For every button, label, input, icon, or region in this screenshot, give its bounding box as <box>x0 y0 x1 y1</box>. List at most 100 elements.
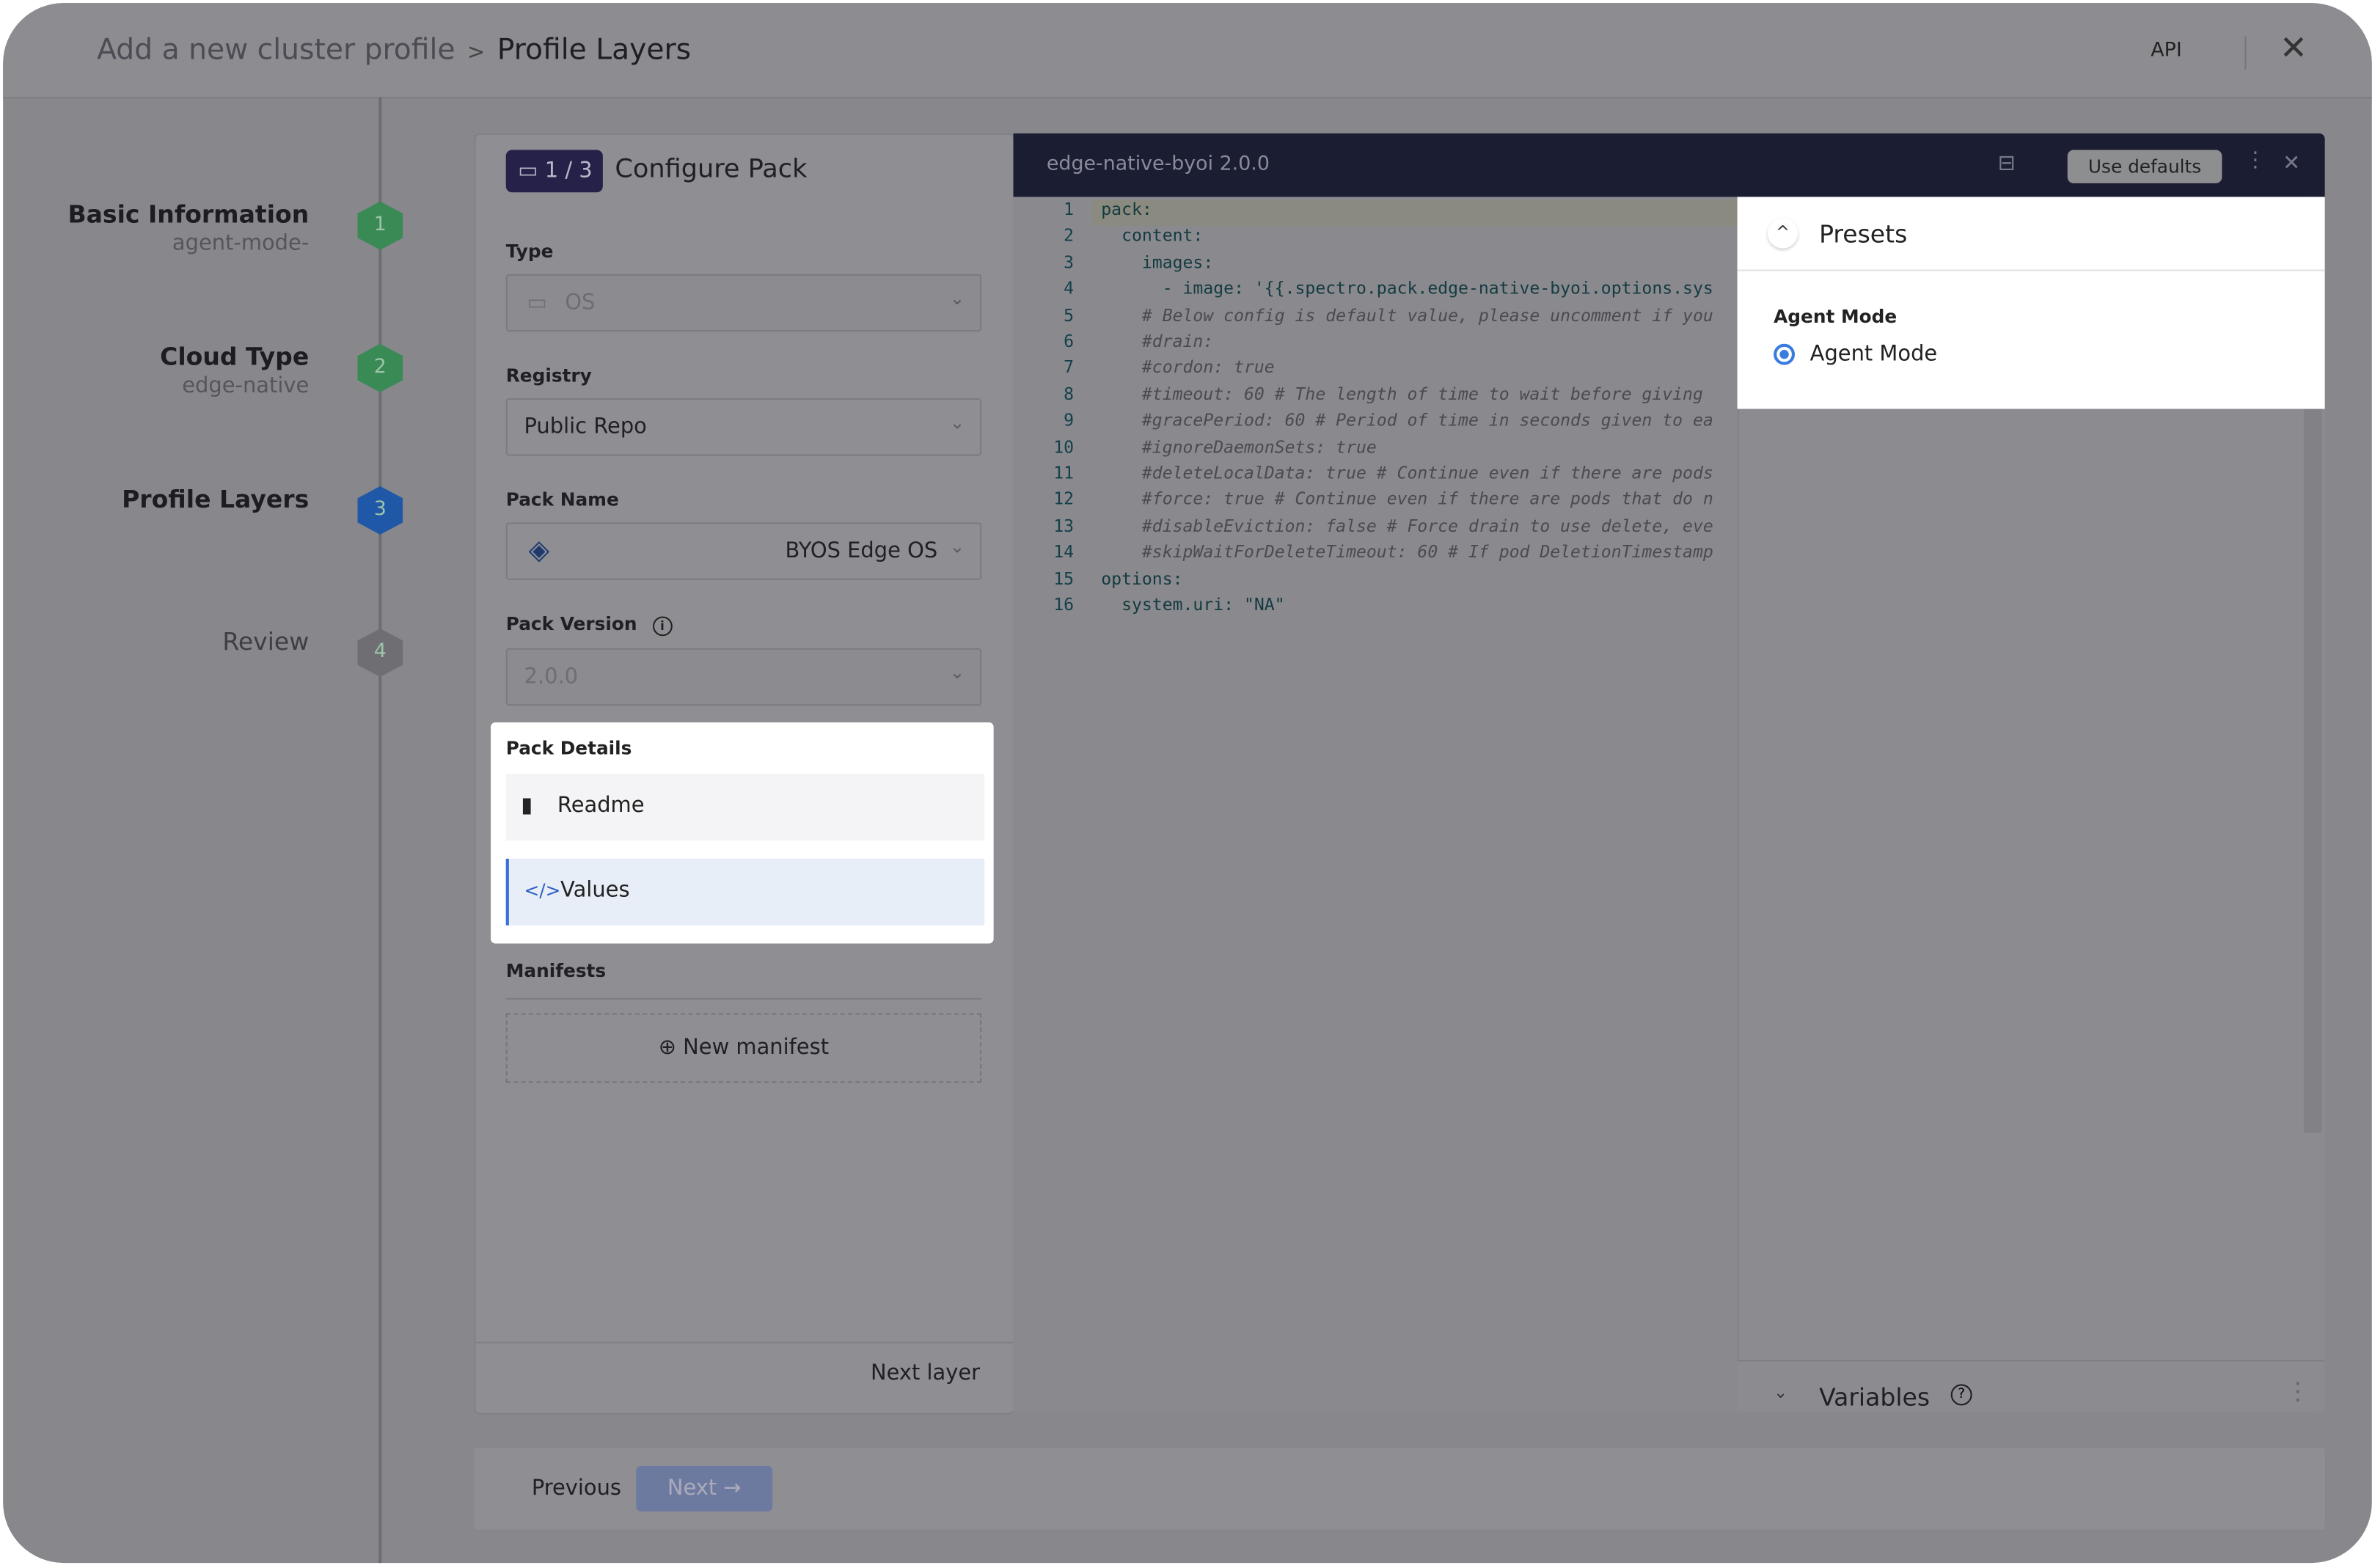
breadcrumb-parent[interactable]: Add a new cluster profile <box>97 33 455 66</box>
step-2-hexagon-icon: 2 <box>357 343 403 392</box>
code-line: - image: '{{.spectro.pack.edge-native-by… <box>1101 279 1713 299</box>
line-number: 10 <box>1053 436 1075 457</box>
step-title: Basic Information <box>67 199 310 229</box>
agent-mode-radio[interactable] <box>1774 343 1796 365</box>
line-number: 1 <box>1064 199 1075 220</box>
divider <box>2244 36 2247 70</box>
code-line: pack: <box>1101 199 1152 220</box>
window-icon: ▭ <box>518 158 545 183</box>
step-3[interactable]: Profile Layers <box>122 485 309 513</box>
line-number: 7 <box>1064 358 1075 378</box>
code-line: images: <box>1101 252 1214 273</box>
pack-name-select[interactable]: ◈ BYOS Edge OS ⌄ <box>505 522 982 580</box>
chevron-down-icon: ⌄ <box>949 536 965 557</box>
layer-counter-badge: ▭ 1 / 3 <box>505 150 603 193</box>
step-2[interactable]: Cloud Type edge-native <box>160 342 309 398</box>
code-line: #skipWaitForDeleteTimeout: 60 # If pod D… <box>1101 542 1713 563</box>
editor-header: edge-native-byoi 2.0.0 ⊟ Use defaults ⋮ … <box>1013 133 2325 197</box>
values-item[interactable]: </> Values <box>505 858 985 926</box>
breadcrumb-current: Profile Layers <box>497 33 692 67</box>
manifests-label: Manifests <box>505 960 607 982</box>
line-number: 5 <box>1064 305 1075 326</box>
code-line: #cordon: true <box>1101 358 1275 378</box>
code-line: #drain: <box>1101 331 1214 352</box>
code-line: # Below config is default value, please … <box>1101 305 1713 326</box>
previous-button[interactable]: Previous <box>532 1476 621 1501</box>
code-line: options: <box>1101 568 1183 589</box>
step-4[interactable]: Review <box>222 627 309 656</box>
pack-name-label: Pack Name <box>505 488 619 510</box>
split-view-icon[interactable]: ⊟ <box>1998 152 2016 176</box>
code-line: #disableEviction: false # Force drain to… <box>1101 516 1713 536</box>
new-manifest-button[interactable]: ⊕ New manifest <box>505 1013 982 1083</box>
step-title: Cloud Type <box>160 342 310 371</box>
line-number: 6 <box>1064 331 1075 352</box>
info-icon[interactable]: i <box>652 616 673 637</box>
code-line: #ignoreDaemonSets: true <box>1101 436 1377 457</box>
chevron-down-icon: ⌄ <box>949 662 965 684</box>
chevron-up-icon[interactable]: ^ <box>1768 218 1798 248</box>
line-number: 9 <box>1064 411 1075 431</box>
stage: Add a new cluster profile > Profile Layers… <box>0 0 2375 1568</box>
chevron-down-icon: ⌄ <box>949 287 965 309</box>
chevron-down-icon: ⌄ <box>949 411 965 433</box>
step-4-hexagon-icon: 4 <box>357 628 403 678</box>
close-icon[interactable]: ✕ <box>2283 152 2300 176</box>
next-button[interactable]: Next → <box>636 1465 773 1512</box>
modal-header: Add a new cluster profile > Profile Layers… <box>3 3 2372 99</box>
agent-mode-radio-label[interactable]: Agent Mode <box>1810 342 1938 367</box>
code-line: system.uri: "NA" <box>1101 595 1285 615</box>
type-select[interactable]: ▭ OS ⌄ <box>505 274 982 332</box>
configure-pack-panel: ▭ 1 / 3 Configure Pack Type ▭ OS ⌄ Registr… <box>474 133 1015 1415</box>
readme-item[interactable]: ▮ Readme <box>505 774 985 841</box>
code-line: content: <box>1101 226 1204 246</box>
code-line: #timeout: 60 # The length of time to wai… <box>1101 384 1703 404</box>
pack-version-label: Pack Version i <box>506 613 673 637</box>
line-number: 8 <box>1064 384 1075 404</box>
use-defaults-button[interactable]: Use defaults <box>2067 150 2222 183</box>
stepper-rail <box>378 97 382 1564</box>
registry-select[interactable]: Public Repo ⌄ <box>505 398 982 456</box>
presets-title: Presets <box>1819 219 1908 249</box>
pack-details: Pack Details ▮ Readme </> Values <box>491 722 994 944</box>
variables-section[interactable]: ⌄ Variables ? ⋮ <box>1737 1360 2325 1412</box>
code-icon: </> <box>524 879 561 901</box>
line-number: 4 <box>1064 279 1075 299</box>
step-1[interactable]: Basic Information agent-mode- <box>67 200 309 256</box>
editor-title: edge-native-byoi 2.0.0 <box>1046 153 1270 176</box>
current-line-highlight <box>1091 199 1804 226</box>
code-line: #force: true # Continue even if there ar… <box>1101 489 1713 510</box>
line-number: 11 <box>1053 463 1075 483</box>
wizard-footer: Previous Next → <box>474 1448 2325 1530</box>
step-title: Profile Layers <box>122 484 310 514</box>
pack-details-label: Pack Details <box>505 737 632 759</box>
step-title: Review <box>222 626 310 656</box>
plus-circle-icon: ⊕ <box>658 1036 684 1060</box>
help-icon[interactable]: ? <box>1950 1384 1972 1406</box>
line-number: 13 <box>1053 516 1075 536</box>
os-icon: ▭ <box>527 290 547 315</box>
line-number: 12 <box>1053 489 1075 510</box>
line-number: 15 <box>1053 568 1075 589</box>
breadcrumb: Add a new cluster profile > Profile Layers <box>97 33 691 66</box>
registry-label: Registry <box>505 364 592 386</box>
presets-sidebar <box>1737 409 2325 1412</box>
api-button[interactable]: API <box>2151 40 2181 62</box>
layers-icon: ◈ <box>528 534 550 567</box>
presets-header[interactable]: ^ Presets <box>1737 197 2325 271</box>
chevron-down-icon[interactable]: ⌄ <box>1774 1382 1787 1402</box>
line-number: 16 <box>1053 595 1075 615</box>
next-layer-button[interactable]: Next layer <box>871 1361 980 1385</box>
pack-version-select[interactable]: 2.0.0 ⌄ <box>505 648 982 706</box>
more-vertical-icon[interactable]: ⋮ <box>2244 148 2266 172</box>
step-subtitle: edge-native <box>182 374 310 399</box>
code-line: #deleteLocalData: true # Continue even i… <box>1101 463 1713 483</box>
panel-title: Configure Pack <box>615 154 808 185</box>
chevron-right-icon: > <box>467 40 486 65</box>
divider <box>505 997 982 1000</box>
variables-title: Variables <box>1819 1382 1931 1412</box>
line-number: 2 <box>1064 226 1075 246</box>
more-vertical-icon[interactable]: ⋮ <box>2286 1377 2310 1405</box>
close-icon[interactable]: ✕ <box>2280 30 2308 68</box>
values-editor: edge-native-byoi 2.0.0 ⊟ Use defaults ⋮ … <box>1013 133 2325 1412</box>
